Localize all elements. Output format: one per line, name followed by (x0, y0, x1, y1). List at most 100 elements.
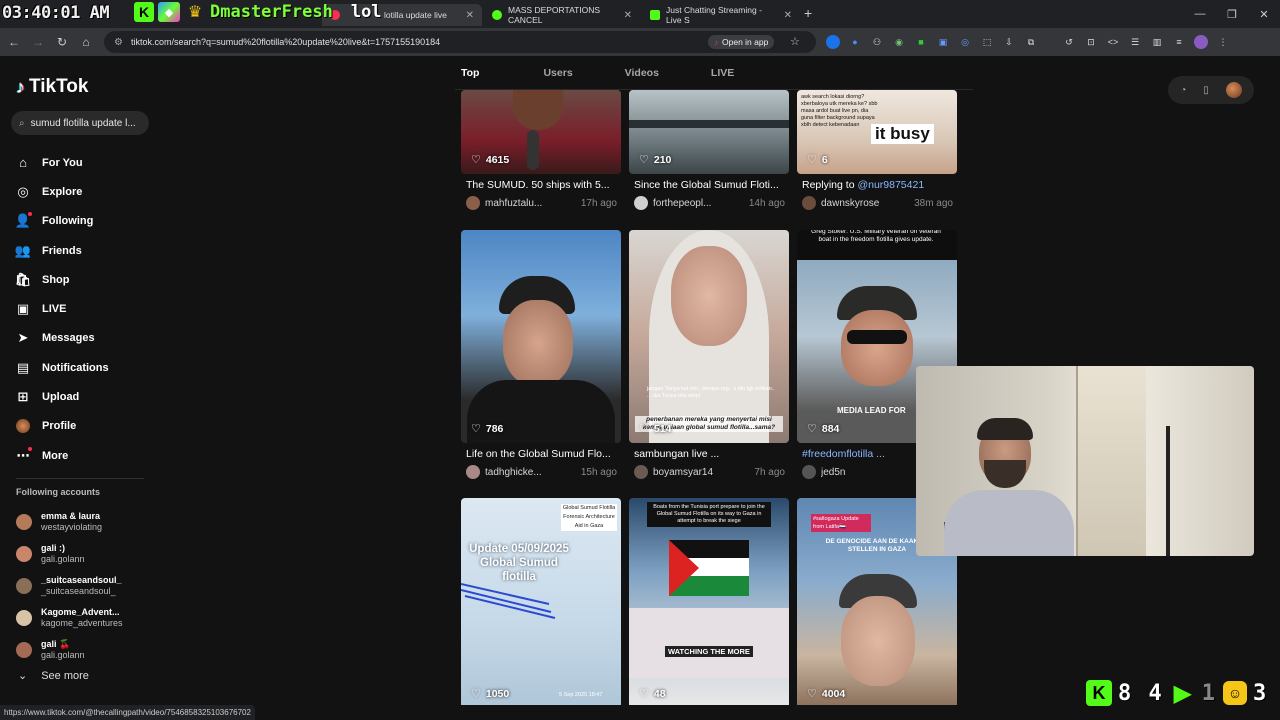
new-tab-icon[interactable]: + (804, 5, 812, 21)
phone-icon[interactable]: ▯ (1203, 85, 1209, 96)
extension-icon[interactable]: ◎ (958, 35, 972, 49)
play-icon: ▶ (1173, 679, 1192, 707)
caption-prefix: Replying to (802, 179, 858, 191)
window-controls: — ❐ ✕ (1184, 0, 1280, 28)
video-thumbnail[interactable]: Boats from the Tunisia port prepare to j… (629, 498, 789, 705)
video-card[interactable]: ♡ 210 Since the Global Sumud Floti... for… (629, 90, 789, 210)
minimize-icon[interactable]: — (1184, 0, 1216, 28)
video-card[interactable]: jangan Tanya kat mn.. berapa org.. x bln… (629, 230, 789, 479)
screenshot-icon[interactable]: ⊡ (1084, 35, 1098, 49)
search-input[interactable]: ⌕ sumud flotilla update l... (11, 111, 149, 135)
video-author[interactable]: tadhghicke... (485, 467, 542, 478)
reload-icon[interactable]: ↻ (50, 30, 74, 54)
video-caption[interactable]: Since the Global Sumud Floti... (629, 179, 789, 193)
extension-icon[interactable] (826, 35, 840, 49)
webcam-door-shape (1076, 366, 1146, 556)
side-panel-icon[interactable]: ▥ (1150, 35, 1164, 49)
video-card[interactable]: Boats from the Tunisia port prepare to j… (629, 498, 789, 705)
browser-tab[interactable]: MASS DEPORTATIONS CANCEL ✕ (484, 4, 640, 26)
sidebar-item-upload[interactable]: ⊞ Upload (16, 382, 109, 411)
history-icon[interactable]: ↺ (1062, 35, 1076, 49)
video-thumbnail[interactable]: ♡ 210 (629, 90, 789, 174)
video-caption[interactable]: Life on the Global Sumud Flo... (461, 448, 621, 462)
account-name: gali 🍒 (41, 639, 71, 649)
avatar[interactable] (1225, 82, 1242, 98)
video-author[interactable]: forthepeopl... (653, 198, 711, 209)
video-card[interactable]: ♡ 4615 The SUMUD. 50 ships with 5... mahf… (461, 90, 621, 210)
profile-avatar[interactable] (1194, 35, 1208, 49)
home-browser-icon[interactable]: ⌂ (74, 30, 98, 54)
address-bar[interactable]: ⚙ tiktok.com/search?q=sumud%20flotilla%2… (104, 31, 816, 53)
video-author[interactable]: dawnskyrose (821, 198, 879, 209)
sidebar-item-live[interactable]: ▣ LIVE (16, 294, 109, 323)
sidebar-item-more[interactable]: ⋯ More (16, 441, 109, 470)
forward-icon[interactable]: → (26, 30, 50, 54)
sidebar-item-following[interactable]: 👤 Following (14, 207, 109, 236)
sidebar-item-for-you[interactable]: ⌂ For You (16, 148, 109, 177)
site-info-icon[interactable]: ⚙ (114, 37, 123, 48)
extension-icon[interactable]: ● (848, 35, 862, 49)
open-in-app-button[interactable]: ♪ Open in app (708, 35, 775, 49)
bookmark-star-icon[interactable]: ☆ (790, 35, 800, 48)
coin-icon[interactable]: ◔ (1180, 85, 1186, 96)
extensions-puzzle-icon[interactable]: ⧉ (1024, 35, 1038, 49)
close-icon[interactable]: ✕ (624, 10, 632, 21)
caption-mention[interactable]: @nur9875421 (857, 179, 924, 191)
nav-label: LIVE (42, 303, 67, 316)
tab-live[interactable]: LIVE (705, 67, 740, 79)
sidebar-item-shop[interactable]: 🛍 Shop (15, 265, 109, 294)
tab-top[interactable]: Top (455, 67, 485, 79)
sidebar-item-explore[interactable]: ◎ Explore (16, 177, 109, 206)
extension-icon[interactable]: ⚇ (870, 35, 884, 49)
like-count-value: 786 (485, 422, 504, 435)
video-thumbnail[interactable]: jangan Tanya kat mn.. berapa org.. x bln… (629, 230, 789, 443)
video-thumbnail[interactable]: ♡ 4615 (461, 90, 621, 174)
video-card[interactable]: ♡ 786 Life on the Global Sumud Flo... tad… (461, 230, 621, 479)
tab-users[interactable]: Users (537, 67, 578, 79)
following-icon: 👤 (14, 212, 32, 229)
sidebar-item-notifications[interactable]: ▤ Notifications (16, 353, 109, 382)
see-more-button[interactable]: ⌄ See more (18, 669, 89, 683)
video-card[interactable]: awk search lokasi diorng? xberbaloya utk… (797, 90, 957, 210)
extension-icon[interactable]: ⇩ (1002, 35, 1016, 49)
browser-tab[interactable]: Just Chatting Streaming - Live S ✕ (642, 4, 800, 26)
video-author[interactable]: boyamsyar14 (653, 467, 713, 478)
video-author[interactable]: jed5n (821, 467, 845, 478)
extension-icon[interactable]: ◉ (892, 35, 906, 49)
avatar (466, 465, 480, 479)
search-value: sumud flotilla update l... (30, 117, 136, 129)
extension-icon[interactable]: ■ (914, 35, 928, 49)
extension-icon[interactable]: ▣ (936, 35, 950, 49)
close-window-icon[interactable]: ✕ (1248, 0, 1280, 28)
video-caption[interactable]: The SUMUD. 50 ships with 5... (461, 179, 621, 193)
following-account-item[interactable]: emma & laura westayviolating (16, 506, 123, 538)
following-account-item[interactable]: gali 🍒 gali.golann (16, 634, 123, 666)
like-count-value: 48 (653, 687, 666, 700)
face-shape (671, 246, 747, 346)
close-icon[interactable]: ✕ (784, 10, 792, 21)
following-account-item[interactable]: _suitcaseandsoul_ _suitcaseandsoul_ (16, 570, 123, 602)
avatar (16, 578, 32, 594)
tab-videos[interactable]: Videos (619, 67, 665, 79)
video-thumbnail[interactable]: Global Sumud Flotilla Forensic Architect… (461, 498, 621, 705)
restore-icon[interactable]: ❐ (1216, 0, 1248, 28)
back-icon[interactable]: ← (2, 30, 26, 54)
video-thumbnail[interactable]: ♡ 786 (461, 230, 621, 443)
close-icon[interactable]: ✕ (466, 10, 474, 21)
devtools-icon[interactable]: <> (1106, 35, 1120, 49)
following-account-item[interactable]: gali :) gali.golann (16, 538, 123, 570)
tiktok-logo[interactable]: ♪ TikTok (16, 76, 88, 98)
video-card[interactable]: Global Sumud Flotilla Forensic Architect… (461, 498, 621, 705)
menu-kebab-icon[interactable]: ⋮ (1216, 35, 1230, 49)
reading-list-icon[interactable]: ☰ (1128, 35, 1142, 49)
following-account-item[interactable]: Kagome_Advent... kagome_adventures (16, 602, 123, 634)
sidebar-item-friends[interactable]: 👥 Friends (15, 236, 109, 265)
media-icon[interactable]: ≡ (1172, 35, 1186, 49)
extension-icon[interactable]: ⬚ (980, 35, 994, 49)
sidebar-item-messages[interactable]: ➤ Messages (16, 324, 109, 353)
video-caption[interactable]: Replying to @nur9875421 (797, 179, 957, 193)
video-thumbnail[interactable]: awk search lokasi diorng? xberbaloya utk… (797, 90, 957, 174)
video-author[interactable]: mahfuztalu... (485, 198, 542, 209)
sidebar-item-profile[interactable]: Profile (16, 412, 109, 441)
video-caption[interactable]: sambungan live ... (629, 448, 789, 462)
